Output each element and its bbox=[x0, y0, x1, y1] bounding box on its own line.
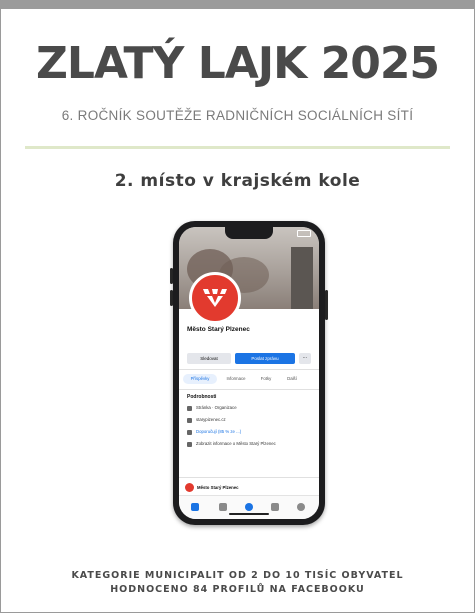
recommend-icon bbox=[187, 430, 192, 435]
tab-photos[interactable]: Fotky bbox=[255, 374, 277, 384]
footer-line-category: KATEGORIE MUNICIPALIT OD 2 DO 10 TISÍC O… bbox=[71, 570, 404, 581]
more-button[interactable]: ⋯ bbox=[299, 353, 311, 364]
divider bbox=[179, 389, 319, 390]
top-frame-border bbox=[0, 0, 475, 9]
footer-line-profiles: HODNOCENO 84 PROFILŮ NA FACEBOOKU bbox=[110, 584, 365, 595]
home-icon[interactable] bbox=[191, 503, 199, 511]
info-text: Doporučují (85 % ze ...) bbox=[196, 429, 242, 434]
tab-posts[interactable]: Příspěvky bbox=[183, 374, 217, 384]
details-heading: Podrobnosti bbox=[187, 394, 217, 400]
post-header[interactable]: Město Starý Plzenec bbox=[185, 483, 313, 493]
post-author: Město Starý Plzenec bbox=[197, 485, 239, 490]
info-text: Zobrazit informace o Město Starý Plzenec bbox=[196, 441, 276, 446]
profile-icon[interactable] bbox=[245, 503, 253, 511]
phone-mockup: Město Starý Plzenec Sledovat Poslat zprá… bbox=[173, 221, 325, 525]
footer-text: KATEGORIE MUNICIPALIT OD 2 DO 10 TISÍC O… bbox=[0, 569, 475, 597]
home-indicator bbox=[229, 513, 269, 515]
award-subtitle: 6. ROČNÍK SOUTĚŽE RADNIČNÍCH SOCIÁLNÍCH … bbox=[61, 108, 414, 123]
post-avatar bbox=[185, 483, 194, 492]
battery-icon bbox=[297, 230, 311, 237]
divider bbox=[25, 146, 450, 149]
phone-notch bbox=[225, 227, 273, 239]
placement-text: 2. místo v krajském kole bbox=[114, 171, 361, 191]
info-row[interactable]: Doporučují (85 % ze ...) bbox=[187, 429, 315, 437]
tab-about[interactable]: Informace bbox=[221, 374, 251, 384]
divider bbox=[179, 477, 319, 478]
info-row[interactable]: Zobrazit informace o Město Starý Plzenec bbox=[187, 441, 315, 449]
profile-avatar[interactable] bbox=[189, 272, 241, 324]
menu-icon[interactable] bbox=[297, 503, 305, 511]
tab-more[interactable]: Další bbox=[281, 374, 303, 384]
info-text: starypizenec.cz bbox=[196, 417, 226, 422]
phone-screen: Město Starý Plzenec Sledovat Poslat zprá… bbox=[179, 227, 319, 519]
cover-building bbox=[291, 247, 313, 309]
coat-of-arms-icon bbox=[203, 289, 227, 307]
notifications-icon[interactable] bbox=[271, 503, 279, 511]
info-text: Stránka · Organizace bbox=[196, 405, 237, 410]
bottom-nav-bar bbox=[179, 495, 319, 519]
follow-button[interactable]: Sledovat bbox=[187, 353, 231, 364]
more-icon bbox=[187, 442, 192, 447]
info-row: Stránka · Organizace bbox=[187, 405, 315, 413]
video-icon[interactable] bbox=[219, 503, 227, 511]
info-icon bbox=[187, 406, 192, 411]
page-tabs: Příspěvky Informace Fotky Další bbox=[183, 374, 319, 386]
divider bbox=[179, 369, 319, 370]
message-button[interactable]: Poslat zprávu bbox=[235, 353, 295, 364]
info-row[interactable]: starypizenec.cz bbox=[187, 417, 315, 425]
page-name: Město Starý Plzenec bbox=[187, 326, 250, 333]
globe-icon bbox=[187, 418, 192, 423]
award-title: ZLATÝ LAJK 2025 bbox=[35, 38, 440, 89]
phone-power-button bbox=[325, 290, 328, 320]
